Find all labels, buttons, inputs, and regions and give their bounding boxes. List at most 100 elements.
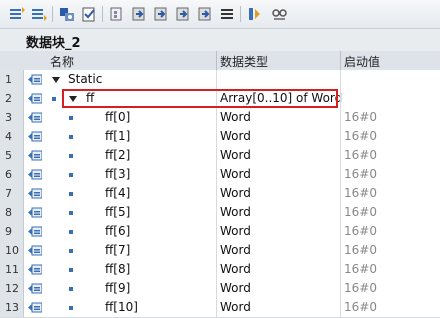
cell-start-value[interactable]: 16#0 [344, 186, 377, 200]
table-row[interactable]: 3 ff[0] Word 16#0 [0, 108, 440, 128]
data-row-icon [28, 207, 43, 218]
row-number[interactable]: 2 [0, 89, 24, 108]
table-row[interactable]: 6 ff[3] Word 16#0 [0, 165, 440, 185]
cell-data-type[interactable]: Word [220, 205, 251, 219]
row-number[interactable]: 8 [0, 203, 24, 222]
watch-icon[interactable] [270, 5, 288, 23]
copy-snapshot-icon[interactable] [108, 5, 126, 23]
cell-start-value[interactable]: 16#0 [344, 224, 377, 238]
monitor-icon[interactable] [58, 5, 76, 23]
cell-start-value[interactable]: 16#0 [344, 167, 377, 181]
cell-name[interactable]: ff[6] [105, 224, 130, 238]
cell-name[interactable]: ff[4] [105, 186, 130, 200]
load-start-values-icon[interactable] [174, 5, 192, 23]
load-snapshot-icon[interactable] [152, 5, 170, 23]
cell-data-type[interactable]: Array[0..10] of Word [220, 91, 342, 105]
cell-name[interactable]: ff[5] [105, 205, 130, 219]
cell-name[interactable]: ff[9] [105, 281, 130, 295]
row-number[interactable]: 4 [0, 127, 24, 146]
load-all-icon[interactable] [196, 5, 214, 23]
block-title-bar: 数据块_2 [0, 29, 440, 52]
cell-start-value[interactable]: 16#0 [344, 300, 377, 314]
toolbar [0, 0, 440, 29]
data-row-icon [28, 93, 43, 104]
table-row[interactable]: 4 ff[1] Word 16#0 [0, 127, 440, 147]
cell-name[interactable]: ff[3] [105, 167, 130, 181]
cell-name[interactable]: ff[0] [105, 110, 130, 124]
cell-name[interactable]: Static [68, 72, 102, 86]
table-row[interactable]: 13 ff[10] Word 16#0 [0, 298, 440, 318]
data-row-icon [28, 131, 43, 142]
data-row-icon [28, 74, 43, 85]
row-number[interactable]: 13 [0, 298, 24, 317]
table-row[interactable]: 10 ff[7] Word 16#0 [0, 241, 440, 261]
row-number[interactable]: 3 [0, 108, 24, 127]
table-row[interactable]: 9 ff[6] Word 16#0 [0, 222, 440, 242]
data-row-icon [28, 112, 43, 123]
cell-start-value[interactable]: 16#0 [344, 129, 377, 143]
cell-data-type[interactable]: Word [220, 224, 251, 238]
cell-start-value[interactable]: 16#0 [344, 281, 377, 295]
table-row[interactable]: 7 ff[4] Word 16#0 [0, 184, 440, 204]
element-marker-icon [69, 249, 73, 253]
column-header-start[interactable]: 启动值 [344, 53, 380, 70]
element-marker-icon [69, 230, 73, 234]
expand-arrow-icon[interactable] [52, 77, 60, 83]
column-header-type[interactable]: 数据类型 [220, 53, 268, 70]
table-row[interactable]: 12 ff[9] Word 16#0 [0, 279, 440, 299]
load-start-icon[interactable] [130, 5, 148, 23]
table-header: 名称 数据类型 启动值 [0, 51, 440, 71]
add-row-icon[interactable] [30, 5, 48, 23]
table-row[interactable]: 1 Static [0, 70, 440, 90]
cell-data-type[interactable]: Word [220, 281, 251, 295]
row-number[interactable]: 9 [0, 222, 24, 241]
cell-name[interactable]: ff[8] [105, 262, 130, 276]
cell-name[interactable]: ff[1] [105, 129, 130, 143]
data-row-icon [28, 264, 43, 275]
data-row-icon [28, 245, 43, 256]
data-row-icon [28, 302, 43, 313]
data-row-icon [28, 150, 43, 161]
snapshot-icon[interactable] [80, 5, 98, 23]
set-icon[interactable] [246, 5, 264, 23]
cell-data-type[interactable]: Word [220, 148, 251, 162]
insert-row-icon[interactable] [8, 5, 26, 23]
cell-data-type[interactable]: Word [220, 243, 251, 257]
cell-start-value[interactable]: 16#0 [344, 148, 377, 162]
cell-data-type[interactable]: Word [220, 129, 251, 143]
cell-name[interactable]: ff[2] [105, 148, 130, 162]
cell-start-value[interactable]: 16#0 [344, 205, 377, 219]
element-marker-icon [69, 154, 73, 158]
expand-arrow-icon[interactable] [69, 96, 77, 102]
table-row[interactable]: 2 ff Array[0..10] of Word [0, 89, 440, 109]
element-marker-icon [69, 287, 73, 291]
cell-name[interactable]: ff[7] [105, 243, 130, 257]
cell-name[interactable]: ff[10] [105, 300, 138, 314]
cell-start-value[interactable]: 16#0 [344, 262, 377, 276]
cell-data-type[interactable]: Word [220, 110, 251, 124]
list-icon[interactable] [218, 5, 236, 23]
row-number[interactable]: 10 [0, 241, 24, 260]
table-row[interactable]: 5 ff[2] Word 16#0 [0, 146, 440, 166]
page-title: 数据块_2 [26, 36, 81, 51]
element-marker-icon [69, 173, 73, 177]
cell-data-type[interactable]: Word [220, 186, 251, 200]
data-row-icon [28, 169, 43, 180]
cell-start-value[interactable]: 16#0 [344, 243, 377, 257]
element-marker-icon [69, 116, 73, 120]
row-number[interactable]: 11 [0, 260, 24, 279]
cell-data-type[interactable]: Word [220, 262, 251, 276]
cell-data-type[interactable]: Word [220, 300, 251, 314]
table-row[interactable]: 11 ff[8] Word 16#0 [0, 260, 440, 280]
row-number[interactable]: 1 [0, 70, 24, 89]
row-number[interactable]: 6 [0, 165, 24, 184]
cell-data-type[interactable]: Word [220, 167, 251, 181]
data-row-icon [28, 283, 43, 294]
row-number[interactable]: 7 [0, 184, 24, 203]
column-header-name[interactable]: 名称 [50, 53, 74, 70]
cell-start-value[interactable]: 16#0 [344, 110, 377, 124]
row-number[interactable]: 5 [0, 146, 24, 165]
row-number[interactable]: 12 [0, 279, 24, 298]
table-row[interactable]: 8 ff[5] Word 16#0 [0, 203, 440, 223]
cell-name[interactable]: ff [86, 91, 94, 105]
